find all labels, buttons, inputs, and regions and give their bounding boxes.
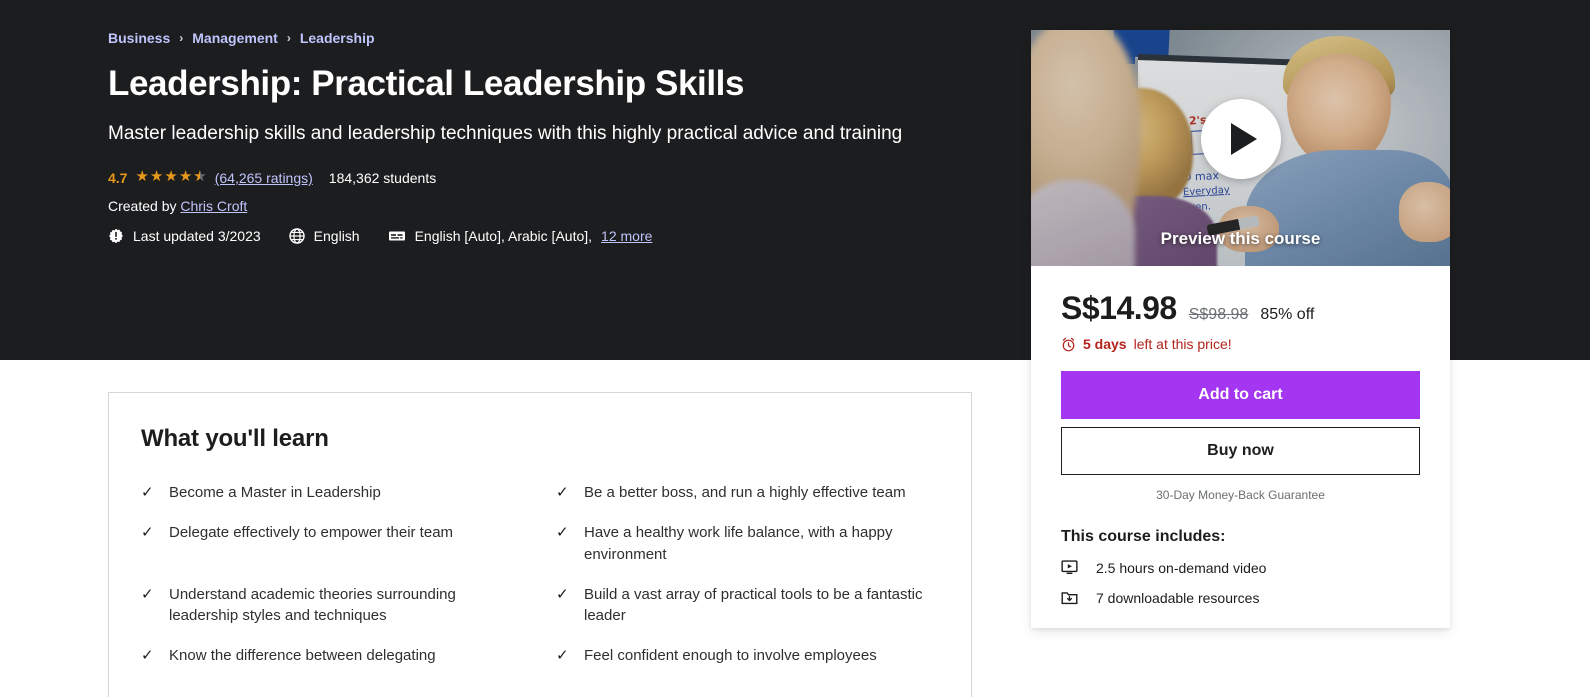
course-subtitle: Master leadership skills and leadership … <box>108 123 903 145</box>
learning-objective-text: Be a better boss, and run a highly effec… <box>584 484 906 501</box>
learning-objective-text: Understand academic theories surrounding… <box>169 585 456 625</box>
breadcrumb-item-management[interactable]: Management <box>192 30 278 46</box>
download-icon <box>1061 589 1078 606</box>
star-icon-3: ★ <box>164 168 178 186</box>
star-icon-2: ★ <box>149 168 164 186</box>
check-icon: ✓ <box>556 585 569 603</box>
original-price: S$98.98 <box>1188 306 1249 323</box>
learning-objective-text: Feel confident enough to involve employe… <box>584 647 877 665</box>
course-preview-video[interactable]: 2's D max Everyday Even. Preview t <box>1031 30 1450 266</box>
star-icon-4: ★ <box>178 168 193 186</box>
video-icon <box>1061 559 1078 576</box>
deadline-days: 5 days <box>1083 336 1127 352</box>
current-price: S$14.98 <box>1061 290 1177 326</box>
chevron-right-icon: › <box>179 31 184 45</box>
instructor-link[interactable]: Chris Croft <box>180 198 247 214</box>
buy-now-button[interactable]: Buy now <box>1061 427 1420 475</box>
check-icon: ✓ <box>141 647 154 665</box>
captions-meta: English [Auto], Arabic [Auto], 12 more <box>388 227 652 244</box>
learning-objective-text: Build a vast array of practical tools to… <box>584 585 923 625</box>
list-item: ✓ Understand academic theories surroundi… <box>141 584 524 627</box>
purchase-sidebar-card: 2's D max Everyday Even. Preview t <box>1031 30 1450 628</box>
chevron-right-icon: › <box>286 31 291 45</box>
list-item: ✓ Build a vast array of practical tools … <box>556 584 939 627</box>
rating-row: 4.7 ★ ★ ★ ★ ★ (64,265 ratings) 184,362 s… <box>108 169 968 186</box>
rating-value: 4.7 <box>108 169 128 186</box>
list-item: 2.5 hours on-demand video <box>1061 559 1420 576</box>
breadcrumb-item-business[interactable]: Business <box>108 30 170 46</box>
created-by-label: Created by <box>108 197 177 214</box>
preview-this-course-label: Preview this course <box>1160 229 1321 248</box>
list-item: ✓ Delegate effectively to empower their … <box>141 522 524 565</box>
learning-objectives-grid: ✓ Become a Master in Leadership ✓ Be a b… <box>141 482 939 667</box>
ratings-count-link[interactable]: (64,265 ratings) <box>215 170 313 186</box>
course-includes-text: 7 downloadable resources <box>1096 589 1260 606</box>
play-icon[interactable] <box>1200 98 1281 179</box>
course-includes-text: 2.5 hours on-demand video <box>1096 559 1267 576</box>
course-includes-heading: This course includes: <box>1061 528 1226 545</box>
learning-objective-text: Delegate effectively to empower their te… <box>169 524 454 542</box>
price-deadline-notice: 5 days left at this price! <box>1061 336 1420 352</box>
list-item: ✓ Be a better boss, and run a highly eff… <box>556 482 939 503</box>
list-item: 7 downloadable resources <box>1061 589 1420 606</box>
what-you-will-learn-heading: What you'll learn <box>141 425 329 452</box>
star-icon-half-5: ★ <box>193 169 206 184</box>
what-you-will-learn-card: What you'll learn ✓ Become a Master in L… <box>108 392 972 697</box>
check-icon: ✓ <box>556 484 569 501</box>
list-item: ✓ Feel confident enough to involve emplo… <box>556 645 939 666</box>
add-to-cart-button[interactable]: Add to cart <box>1061 371 1420 419</box>
list-item: ✓ Know the difference between delegating <box>141 645 524 666</box>
deadline-text: left at this price! <box>1133 336 1232 352</box>
discount-percentage: 85% off <box>1260 306 1315 323</box>
list-item: ✓ Have a healthy work life balance, with… <box>556 522 939 565</box>
check-icon: ✓ <box>141 524 154 542</box>
breadcrumb: Business › Management › Leadership <box>108 30 968 46</box>
info-badge-icon <box>108 228 124 244</box>
check-icon: ✓ <box>556 647 569 665</box>
learning-objective-text: Become a Master in Leadership <box>169 484 381 501</box>
captions-more-link[interactable]: 12 more <box>601 228 652 244</box>
breadcrumb-item-leadership[interactable]: Leadership <box>300 30 375 46</box>
learning-objective-text: Know the difference between delegating <box>169 647 436 665</box>
check-icon: ✓ <box>141 484 154 501</box>
language-text: English <box>313 227 360 244</box>
star-icon-1: ★ <box>135 168 149 186</box>
course-landing-page: Business › Management › Leadership Leade… <box>0 0 1590 697</box>
price-row: S$14.98 S$98.98 85% off <box>1061 290 1420 327</box>
last-updated-meta: Last updated 3/2023 <box>108 228 261 244</box>
language-meta: English <box>288 227 360 244</box>
money-back-guarantee-text: 30-Day Money-Back Guarantee <box>1156 488 1325 502</box>
globe-icon <box>288 228 305 244</box>
course-includes-list: 2.5 hours on-demand video 7 downloadable… <box>1061 559 1420 606</box>
captions-text: English [Auto], Arabic [Auto], <box>414 227 593 244</box>
page-title: Leadership: Practical Leadership Skills <box>108 64 745 103</box>
alarm-clock-icon <box>1061 337 1076 352</box>
closed-caption-icon <box>388 228 406 244</box>
learning-objective-text: Have a healthy work life balance, with a… <box>584 524 893 563</box>
list-item: ✓ Become a Master in Leadership <box>141 482 524 503</box>
check-icon: ✓ <box>141 585 154 603</box>
star-rating-icon: ★ ★ ★ ★ ★ <box>135 169 206 184</box>
last-updated-text: Last updated 3/2023 <box>133 227 261 244</box>
purchase-details: S$14.98 S$98.98 85% off 5 days left at t… <box>1031 266 1450 628</box>
check-icon: ✓ <box>556 524 569 542</box>
created-by-row: Created by Chris Croft <box>108 198 968 214</box>
course-meta-row: Last updated 3/2023 English English [Aut… <box>108 228 968 244</box>
students-count: 184,362 students <box>328 169 437 186</box>
course-header-content: Business › Management › Leadership Leade… <box>108 30 968 244</box>
